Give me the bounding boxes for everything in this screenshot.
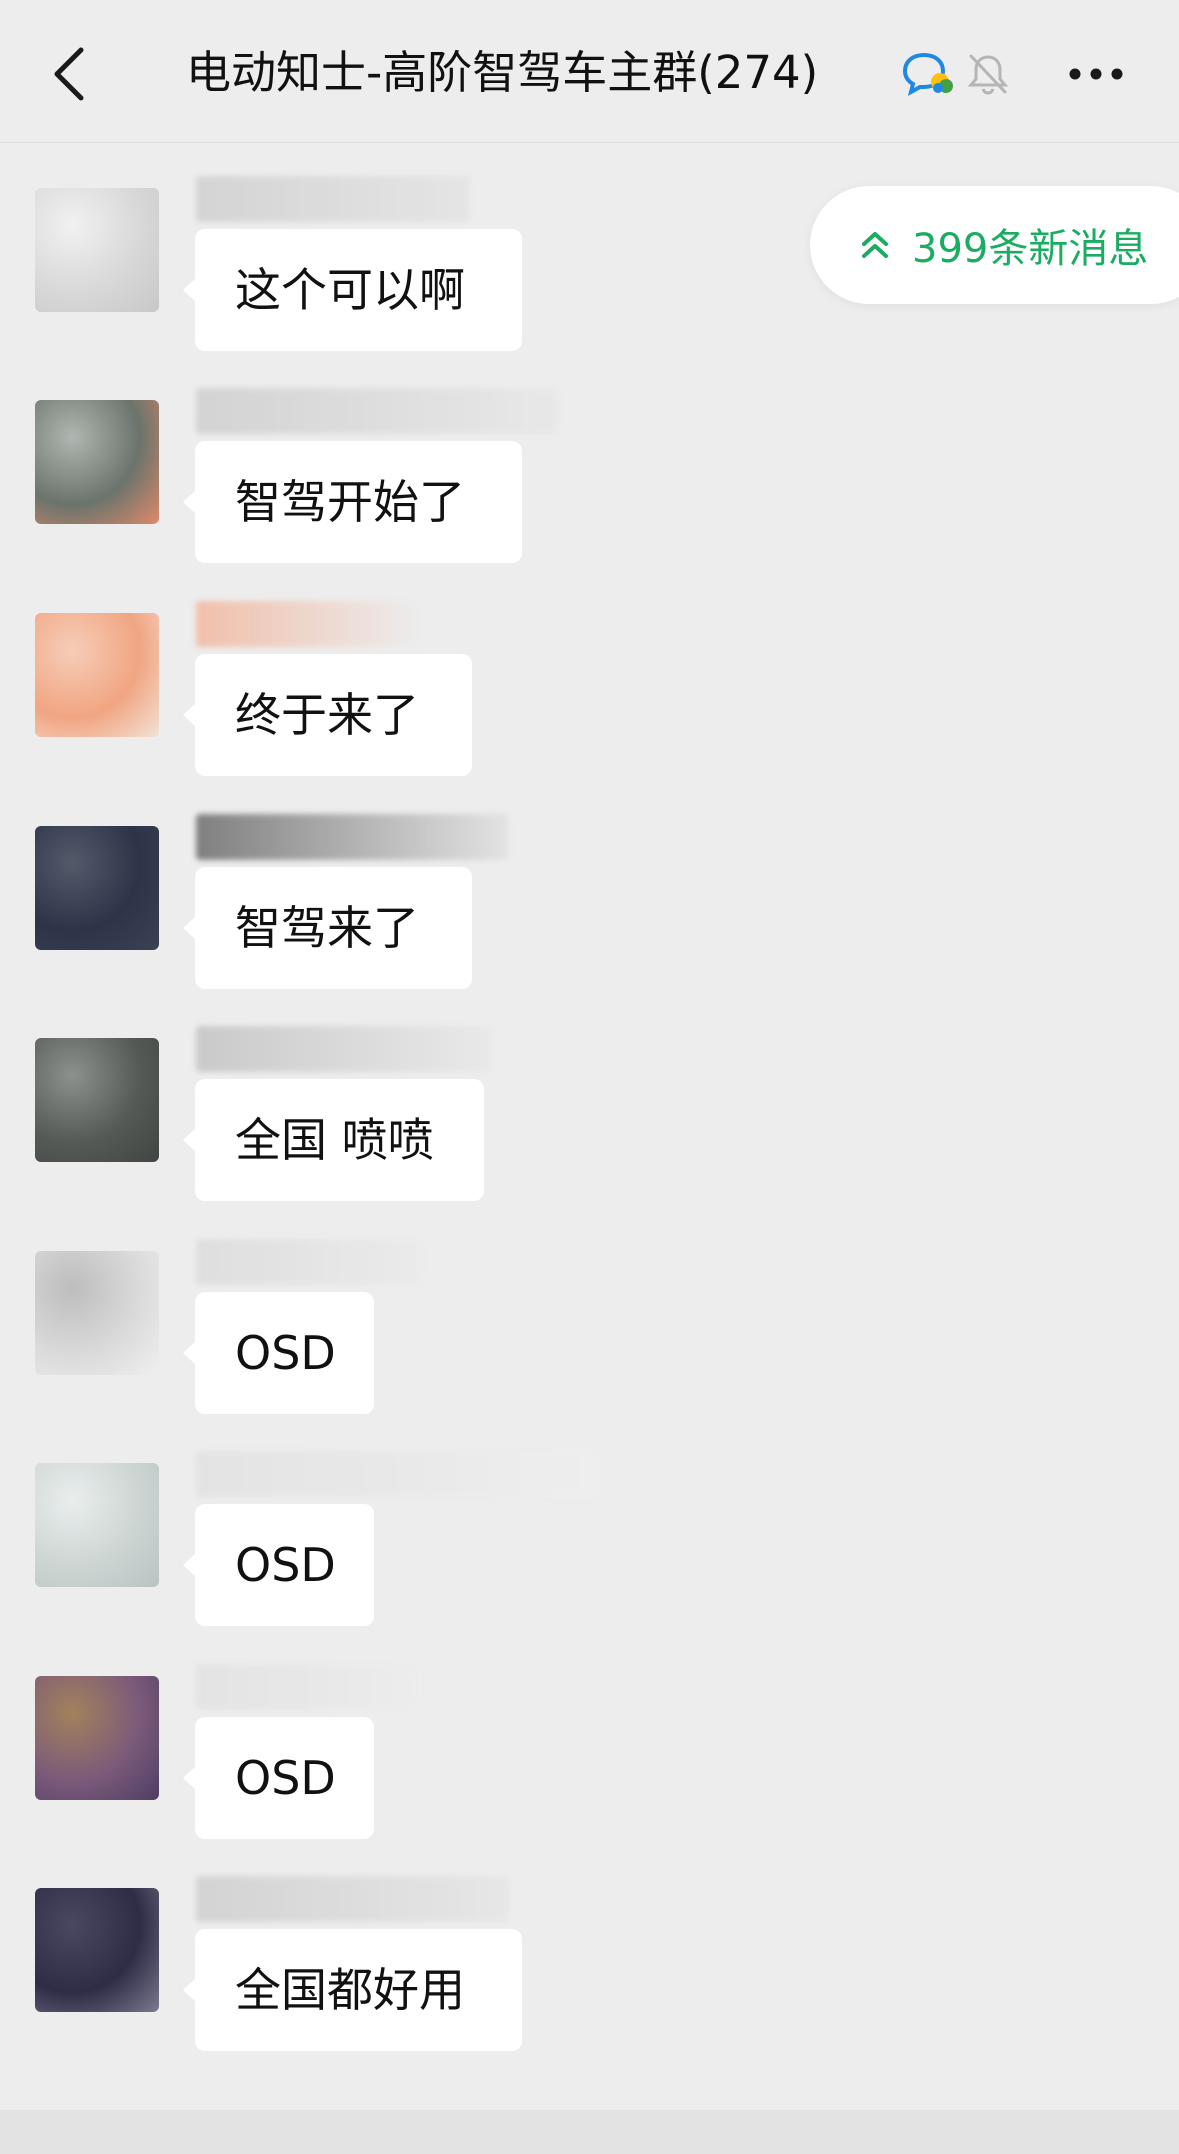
avatar[interactable] (35, 1463, 159, 1587)
avatar[interactable] (35, 826, 159, 950)
sender-name-blurred (196, 176, 470, 222)
chat-title: 电动知士-高阶智驾车主群(274) (186, 46, 819, 99)
message-row: 智驾来了 (0, 814, 1179, 1026)
sender-name-blurred (196, 1664, 421, 1710)
chevron-left-icon (54, 47, 84, 101)
message-row: 这个可以啊 (0, 176, 1179, 388)
sender-name-blurred (196, 601, 417, 647)
message-bubble[interactable]: 智驾开始了 (183, 441, 522, 563)
sender-name-blurred (196, 1876, 509, 1922)
avatar[interactable] (35, 1676, 159, 1800)
message-row: 全国 喷喷 (0, 1026, 1179, 1238)
more-button[interactable] (1064, 52, 1128, 96)
avatar[interactable] (35, 613, 159, 737)
group-chat-icon (902, 52, 956, 98)
sender-name-blurred (196, 1239, 423, 1285)
avatar[interactable] (35, 1038, 159, 1162)
sender-name-blurred (196, 1451, 596, 1497)
bell-off-icon (967, 52, 1009, 96)
avatar[interactable] (35, 1888, 159, 2012)
sender-name-blurred (196, 1026, 493, 1072)
message-bubble[interactable]: OSD (183, 1504, 374, 1626)
message-bubble[interactable]: 智驾来了 (183, 867, 472, 989)
message-row: 全国都好用 (0, 1876, 1179, 2088)
message-row: 终于来了 (0, 601, 1179, 813)
message-bubble[interactable]: 全国都好用 (183, 1929, 522, 2051)
avatar[interactable] (35, 188, 159, 312)
message-row: OSD (0, 1451, 1179, 1663)
next-message-partial (0, 2110, 1179, 2154)
message-row: 智驾开始了 (0, 388, 1179, 600)
sender-name-blurred (196, 814, 509, 860)
back-button[interactable] (40, 38, 96, 110)
message-bubble[interactable]: OSD (183, 1292, 374, 1414)
avatar[interactable] (35, 1251, 159, 1375)
ellipsis-icon (1069, 68, 1123, 80)
message-bubble[interactable]: 全国 喷喷 (183, 1079, 484, 1201)
sender-name-blurred (196, 388, 559, 434)
message-row: OSD (0, 1664, 1179, 1876)
message-bubble[interactable]: 这个可以啊 (183, 229, 522, 351)
message-bubble[interactable]: OSD (183, 1717, 374, 1839)
message-row: OSD (0, 1239, 1179, 1451)
avatar[interactable] (35, 400, 159, 524)
message-bubble[interactable]: 终于来了 (183, 654, 472, 776)
navigation-bar: 电动知士-高阶智驾车主群(274) (0, 0, 1179, 143)
